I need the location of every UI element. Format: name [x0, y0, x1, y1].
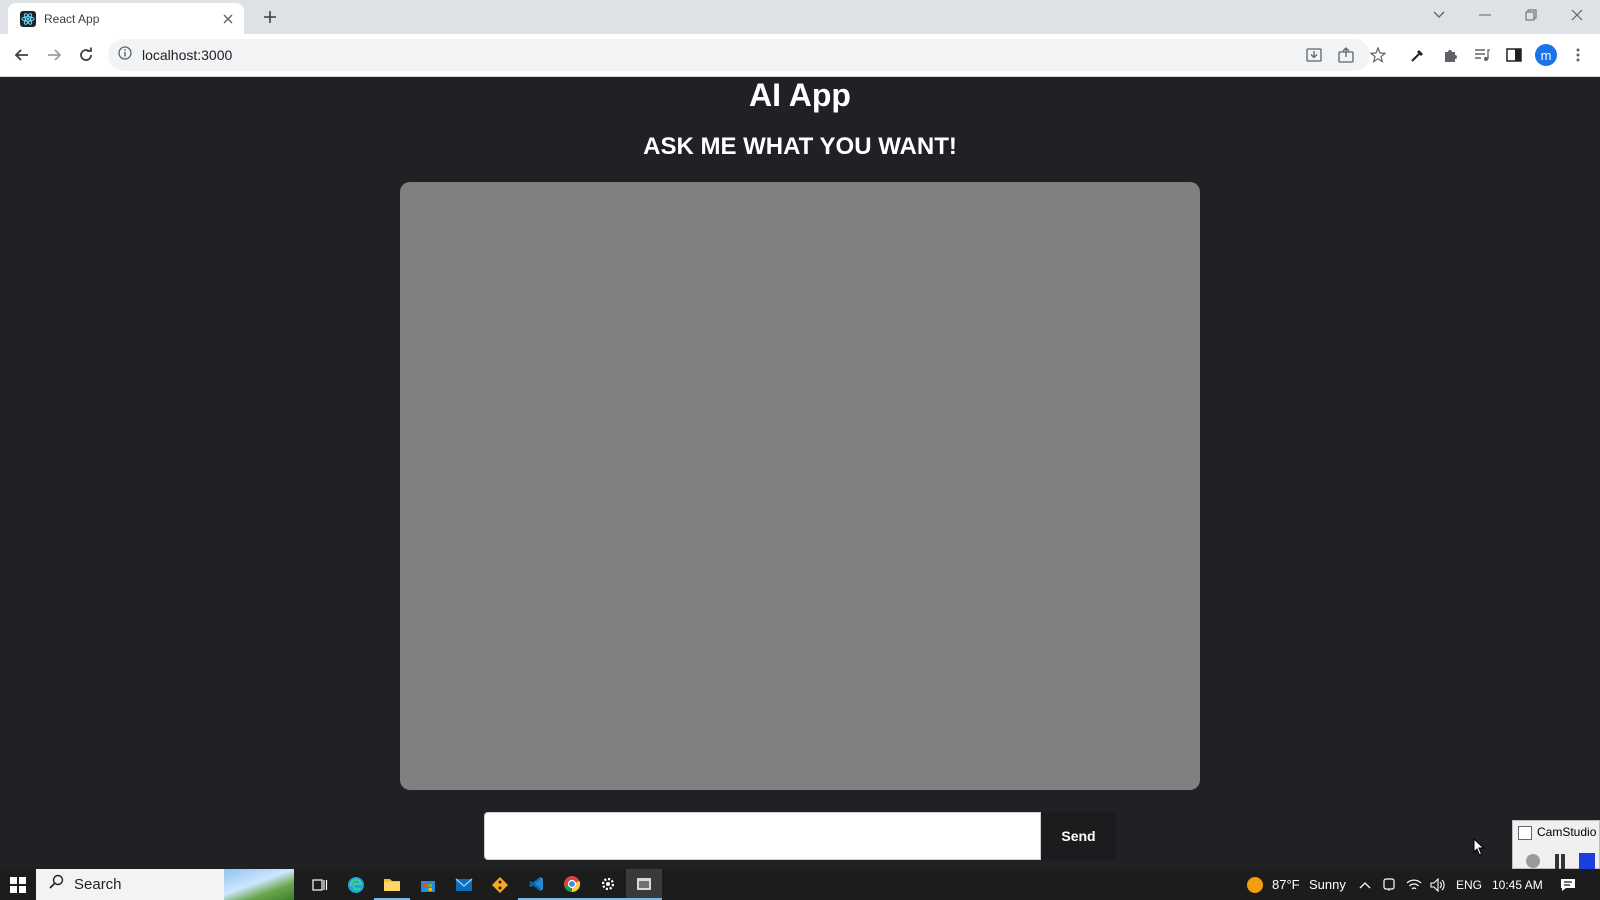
reload-icon[interactable]	[74, 43, 98, 67]
task-view-icon[interactable]	[302, 869, 338, 900]
taskbar-search-label: Search	[74, 876, 122, 893]
page-title: AI App	[749, 77, 851, 113]
mail-icon[interactable]	[446, 869, 482, 900]
git-client-icon[interactable]	[482, 869, 518, 900]
vscode-icon[interactable]	[518, 869, 554, 900]
browser-tab[interactable]: React App	[8, 3, 244, 34]
media-control-icon[interactable]	[1471, 44, 1493, 66]
url-text: localhost:3000	[142, 47, 233, 63]
back-icon[interactable]	[10, 43, 34, 67]
share-icon[interactable]	[1335, 44, 1357, 66]
clock-time[interactable]: 10:45 AM	[1492, 869, 1543, 900]
windows-taskbar: Search 87°F Sunny ENG 10:45 AM	[0, 869, 1600, 900]
restore-icon[interactable]	[1508, 0, 1554, 30]
windows-start-icon[interactable]	[0, 869, 36, 900]
close-window-icon[interactable]	[1554, 0, 1600, 30]
bookmark-star-icon[interactable]	[1367, 44, 1389, 66]
new-tab-icon[interactable]	[260, 7, 280, 27]
prompt-form: Send	[484, 812, 1116, 860]
input-language[interactable]: ENG	[1456, 869, 1482, 900]
camstudio-controls-icon[interactable]	[1519, 849, 1595, 869]
show-hidden-icons-chevron-icon[interactable]	[1356, 869, 1374, 900]
meet-now-icon[interactable]	[1380, 869, 1398, 900]
profile-avatar[interactable]: m	[1535, 44, 1557, 66]
mouse-cursor-icon	[1473, 837, 1485, 861]
page-subtitle: ASK ME WHAT YOU WANT!	[643, 133, 957, 160]
browser-toolbar: localhost:3000 m	[0, 34, 1600, 77]
close-tab-icon[interactable]	[220, 11, 236, 27]
app-page: AI App ASK ME WHAT YOU WANT! Send	[0, 77, 1600, 869]
extensions-puzzle-icon[interactable]	[1439, 44, 1461, 66]
eyedropper-icon[interactable]	[1407, 44, 1429, 66]
camstudio-widget[interactable]: CamStudio	[1512, 820, 1600, 869]
camstudio-label: CamStudio	[1537, 825, 1597, 839]
camstudio-app-icon	[1518, 826, 1532, 840]
send-button[interactable]: Send	[1041, 812, 1116, 860]
settings-gear-icon[interactable]	[590, 869, 626, 900]
tab-title: React App	[44, 11, 100, 26]
notifications-icon[interactable]	[1556, 869, 1580, 900]
side-panel-icon[interactable]	[1503, 44, 1525, 66]
minimize-icon[interactable]	[1462, 0, 1508, 30]
browser-tabstrip: React App	[0, 0, 1600, 34]
search-highlight-image	[224, 869, 294, 900]
menu-kebab-icon[interactable]	[1567, 44, 1589, 66]
weather-condition[interactable]: Sunny	[1309, 869, 1346, 900]
react-icon	[20, 10, 36, 27]
install-app-icon[interactable]	[1303, 44, 1325, 66]
forward-icon[interactable]	[42, 43, 66, 67]
file-explorer-icon[interactable]	[374, 869, 410, 900]
chat-response-area	[400, 182, 1200, 790]
address-bar[interactable]: localhost:3000	[108, 39, 1370, 71]
site-info-icon[interactable]	[118, 45, 132, 65]
microsoft-store-icon[interactable]	[410, 869, 446, 900]
taskbar-search-box[interactable]: Search	[36, 869, 294, 900]
search-icon	[48, 874, 64, 895]
chrome-icon[interactable]	[554, 869, 590, 900]
camstudio-taskbar-icon[interactable]	[626, 869, 662, 900]
prompt-input[interactable]	[484, 812, 1041, 860]
weather-temperature[interactable]: 87°F	[1272, 869, 1300, 900]
edge-browser-icon[interactable]	[338, 869, 374, 900]
wifi-icon[interactable]	[1404, 869, 1424, 900]
volume-icon[interactable]	[1428, 869, 1448, 900]
weather-sun-icon[interactable]	[1242, 869, 1268, 900]
tab-search-icon[interactable]	[1416, 0, 1462, 30]
